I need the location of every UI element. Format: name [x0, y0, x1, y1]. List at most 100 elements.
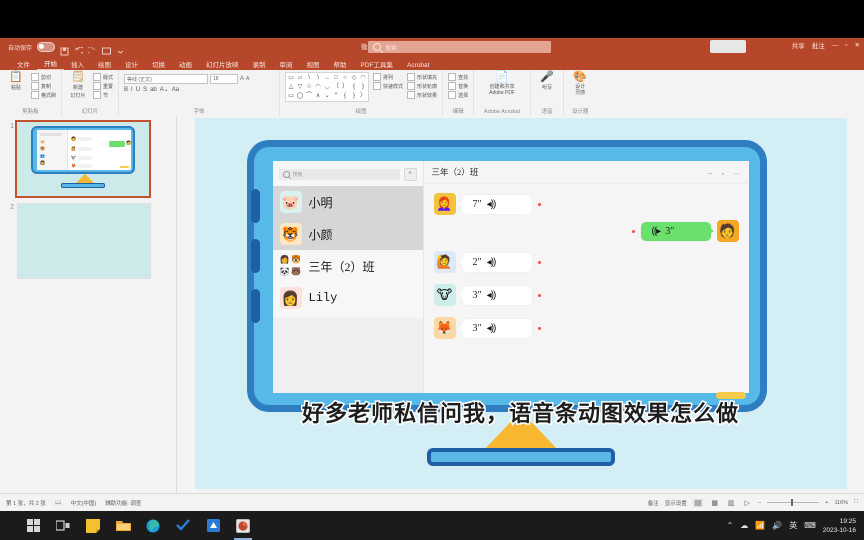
- fit-to-window-button[interactable]: ⛶: [854, 499, 858, 506]
- paste-button[interactable]: 📋 粘贴: [5, 72, 27, 92]
- normal-view-button[interactable]: ▤: [692, 498, 704, 507]
- accessibility-status[interactable]: 辅助功能: 调查: [105, 499, 141, 507]
- network-icon[interactable]: 📶: [755, 521, 765, 530]
- volume-icon[interactable]: 🔊: [772, 521, 782, 530]
- zoom-slider-knob[interactable]: [791, 499, 794, 506]
- tab-file[interactable]: 文件: [10, 59, 37, 70]
- chat-search-input[interactable]: 搜索: [278, 169, 400, 180]
- tab-slideshow[interactable]: 幻灯片放映: [199, 59, 246, 70]
- tab-design[interactable]: 设计: [118, 59, 145, 70]
- tab-view[interactable]: 视图: [300, 59, 327, 70]
- quick-style-button[interactable]: 快速样式: [373, 82, 403, 90]
- dictate-button[interactable]: 🎤 听写: [536, 72, 558, 92]
- explorer-icon[interactable]: [108, 511, 138, 540]
- minimize-button[interactable]: —: [832, 42, 839, 49]
- minimize-icon[interactable]: −: [708, 171, 712, 178]
- reading-view-button[interactable]: ▥: [726, 499, 737, 507]
- shapes-gallery[interactable]: ▭ ▱ \ \ → □ ○ ◇ ◠ △ ▽ ☆ ◠ ◡ 〔〕{} ▭ ◯ ⌒ ∧ ⌄ ⌃{} 〉: [285, 72, 370, 102]
- slideshow-button[interactable]: ▷: [743, 499, 752, 507]
- char-spacing-button[interactable]: A⌄: [160, 86, 169, 93]
- design-ideas-button[interactable]: 🎨 设计 灵感: [569, 72, 591, 97]
- cloud-icon[interactable]: ☁: [740, 521, 748, 530]
- tab-review[interactable]: 审阅: [273, 59, 300, 70]
- tab-pdf-tools[interactable]: PDF工具集: [354, 59, 401, 70]
- conversation-item[interactable]: 🐷 小明: [272, 186, 423, 218]
- voice-bubble[interactable]: ((▸ 3″: [640, 221, 714, 241]
- voice-bubble[interactable]: 2″ ◂)): [458, 252, 532, 272]
- font-size-box[interactable]: 18: [210, 74, 239, 84]
- select-button[interactable]: 选择: [448, 91, 468, 99]
- spell-check-icon[interactable]: 📖: [55, 500, 62, 506]
- keyboard-icon[interactable]: ⌨: [804, 521, 816, 530]
- thumbnail-item-2[interactable]: 2: [0, 203, 176, 286]
- slide-sorter-button[interactable]: ▦: [709, 499, 720, 507]
- display-settings-button[interactable]: 显示设置: [665, 499, 687, 507]
- search-box[interactable]: 搜索: [368, 41, 551, 53]
- thumbnail-item-1[interactable]: 1 🐷 🐯 👥 👩 🧑 🙋 🐮 🦊 🧑: [0, 120, 176, 203]
- tab-home[interactable]: 开始: [37, 58, 64, 70]
- tab-record[interactable]: 录制: [246, 59, 273, 70]
- start-icon[interactable]: [18, 511, 48, 540]
- tab-insert[interactable]: 插入: [64, 59, 91, 70]
- store-icon[interactable]: [198, 511, 228, 540]
- grow-font-icon[interactable]: A: [240, 76, 244, 82]
- edge-icon[interactable]: [138, 511, 168, 540]
- conversation-item[interactable]: 🐯 小颜: [272, 218, 423, 250]
- voice-bubble[interactable]: 3″ ◂)): [458, 285, 532, 305]
- powerpoint-icon[interactable]: [228, 511, 258, 540]
- underline-button[interactable]: U: [136, 87, 140, 93]
- layout-button[interactable]: 版式: [93, 73, 113, 81]
- todo-icon[interactable]: [168, 511, 198, 540]
- cut-button[interactable]: 剪切: [31, 73, 56, 81]
- zoom-level[interactable]: 116%: [834, 500, 848, 506]
- share-button[interactable]: 共享: [792, 40, 805, 50]
- account-chip[interactable]: [710, 40, 746, 53]
- zoom-slider[interactable]: [767, 499, 820, 506]
- tab-acrobat[interactable]: Acrobat: [400, 62, 436, 70]
- thumbnail-preview[interactable]: 🐷 🐯 👥 👩 🧑 🙋 🐮 🦊 🧑: [15, 120, 151, 198]
- zoom-in-button[interactable]: +: [825, 500, 828, 506]
- maximize-button[interactable]: ▫: [845, 42, 847, 49]
- section-button[interactable]: 节: [93, 91, 113, 99]
- clock[interactable]: 19:25 2023-10-16: [823, 517, 856, 535]
- comments-button[interactable]: 批注: [812, 40, 825, 50]
- new-slide-button[interactable]: 🗒 新建 幻灯片: [67, 72, 89, 100]
- task-view-icon[interactable]: [48, 511, 78, 540]
- thumbnail-preview[interactable]: [17, 203, 151, 279]
- conversation-item[interactable]: 👩 🐯 🐼 🐻 三年（2）班: [273, 250, 423, 282]
- language-indicator[interactable]: 中文(中国): [71, 499, 97, 507]
- slide-thumbnail-panel[interactable]: 1 🐷 🐯 👥 👩 🧑 🙋 🐮 🦊 🧑 2: [0, 116, 177, 494]
- close-button[interactable]: ✕: [855, 41, 860, 49]
- more-icon[interactable]: ⋯: [734, 171, 741, 178]
- tab-transitions[interactable]: 切换: [145, 59, 172, 70]
- tab-draw[interactable]: 绘图: [91, 59, 118, 70]
- shape-effect-button[interactable]: 形状效果: [407, 91, 437, 99]
- arrange-button[interactable]: 排列: [373, 73, 403, 81]
- strikethrough-button[interactable]: S: [143, 87, 147, 93]
- voice-bubble[interactable]: 7″ ◂)): [458, 194, 532, 214]
- font-name-box[interactable]: 等线 (正文): [124, 74, 209, 84]
- notes-button[interactable]: 备注: [648, 499, 659, 507]
- shape-outline-button[interactable]: 形状轮廓: [407, 82, 437, 90]
- italic-button[interactable]: I: [131, 87, 133, 93]
- copy-button[interactable]: 复制: [31, 82, 56, 90]
- change-case-button[interactable]: Aa: [172, 87, 179, 93]
- replace-button[interactable]: 替换: [448, 82, 468, 90]
- slide-canvas[interactable]: 搜索 + 🐷 小明 🐯 小颜 👩 🐯 🐼 🐻 三年（2）班 👩 Lily 三年（…: [194, 118, 847, 489]
- notes-icon[interactable]: [78, 511, 108, 540]
- shadow-button[interactable]: ab: [150, 87, 157, 93]
- zoom-out-button[interactable]: −: [758, 500, 761, 506]
- tab-animations[interactable]: 动画: [172, 59, 199, 70]
- add-chat-button[interactable]: +: [403, 168, 417, 181]
- voice-bubble[interactable]: 3″ ◂)): [458, 318, 532, 338]
- bold-button[interactable]: B: [124, 87, 128, 93]
- chevron-up-icon[interactable]: ⌃: [727, 521, 734, 530]
- reset-button[interactable]: 重置: [93, 82, 113, 90]
- tab-help[interactable]: 帮助: [327, 59, 354, 70]
- conversation-item[interactable]: 👩 Lily: [273, 282, 423, 314]
- ime-indicator[interactable]: 英: [789, 520, 797, 531]
- find-button[interactable]: 查找: [448, 73, 468, 81]
- format-painter-button[interactable]: 格式刷: [31, 91, 56, 99]
- maximize-icon[interactable]: ▫: [722, 171, 724, 178]
- shape-fill-button[interactable]: 形状填充: [407, 73, 437, 81]
